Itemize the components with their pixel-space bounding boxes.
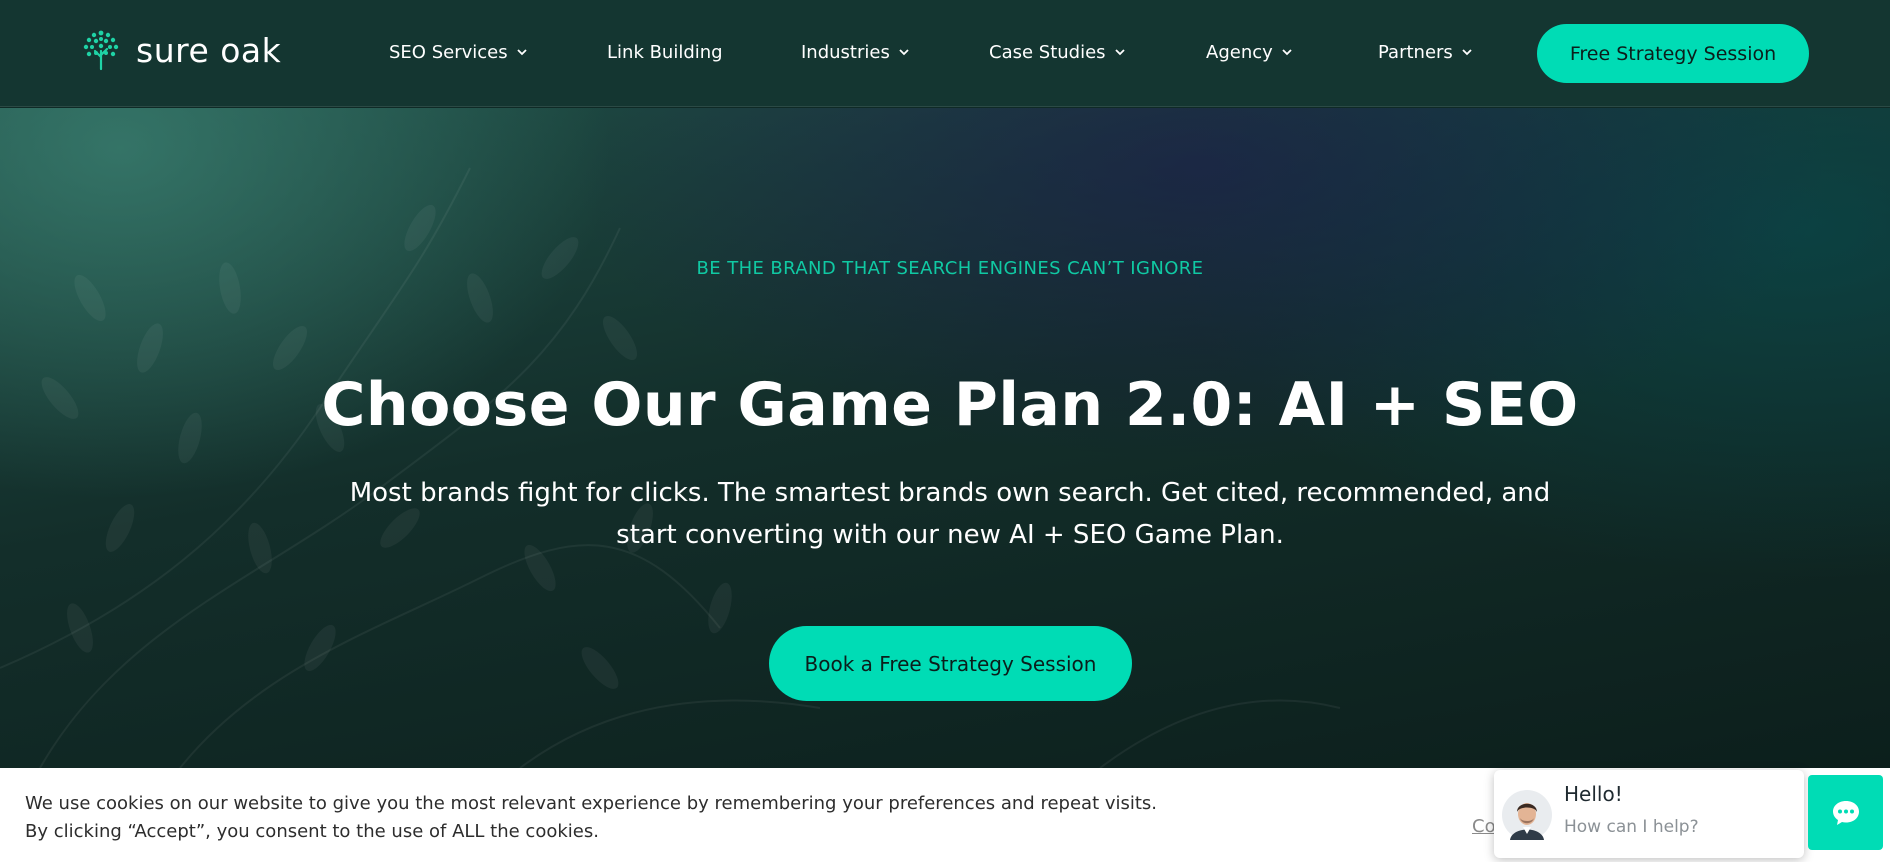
book-strategy-session-button[interactable]: Book a Free Strategy Session xyxy=(769,626,1132,701)
nav-link-building[interactable]: Link Building xyxy=(607,36,723,68)
chevron-down-icon xyxy=(516,49,527,56)
cookie-message: We use cookies on our website to give yo… xyxy=(25,790,1225,846)
hero-subtitle: Most brands fight for clicks. The smarte… xyxy=(349,478,1551,550)
nav-label: Agency xyxy=(1206,41,1273,63)
chat-bubble-icon xyxy=(1832,800,1859,825)
nav-label: Partners xyxy=(1378,41,1453,63)
nav-label: Industries xyxy=(801,41,890,63)
chevron-down-icon xyxy=(899,49,909,56)
oak-tree-logo-icon xyxy=(83,30,119,71)
cookie-message-line2: By clicking “Accept”, you consent to the… xyxy=(25,821,599,842)
hero-eyebrow: BE THE BRAND THAT SEARCH ENGINES CAN’T I… xyxy=(696,258,1204,279)
nav-label: Case Studies xyxy=(989,41,1106,63)
hero-title: Choose Our Game Plan 2.0: AI + SEO xyxy=(321,370,1579,440)
chevron-down-icon xyxy=(1462,49,1472,56)
nav-agency[interactable]: Agency xyxy=(1206,36,1293,68)
nav-case-studies[interactable]: Case Studies xyxy=(989,36,1126,68)
logo-text: sure oak xyxy=(136,30,282,70)
chevron-down-icon xyxy=(1282,49,1292,56)
nav-industries[interactable]: Industries xyxy=(801,36,910,68)
nav-partners[interactable]: Partners xyxy=(1378,36,1473,68)
nav-label: SEO Services xyxy=(389,41,508,63)
chat-prompt: How can I help? xyxy=(1564,817,1699,837)
logo[interactable]: sure oak xyxy=(80,28,281,72)
person-avatar-icon xyxy=(1502,790,1552,840)
open-chat-button[interactable] xyxy=(1808,775,1883,850)
cookie-message-line1: We use cookies on our website to give yo… xyxy=(25,793,1158,814)
nav-seo-services[interactable]: SEO Services xyxy=(389,36,528,68)
site-header: sure oak SEO Services Link Building Indu… xyxy=(0,0,1890,107)
free-strategy-session-button[interactable]: Free Strategy Session xyxy=(1537,24,1809,83)
chat-greeting-bubble[interactable]: Hello! How can I help? xyxy=(1494,770,1804,858)
chevron-down-icon xyxy=(1114,49,1125,56)
nav-label: Link Building xyxy=(607,41,723,63)
hero-section: BE THE BRAND THAT SEARCH ENGINES CAN’T I… xyxy=(0,108,1890,768)
chat-greeting: Hello! xyxy=(1564,782,1623,806)
cookie-settings-link[interactable]: Co xyxy=(1472,816,1496,837)
